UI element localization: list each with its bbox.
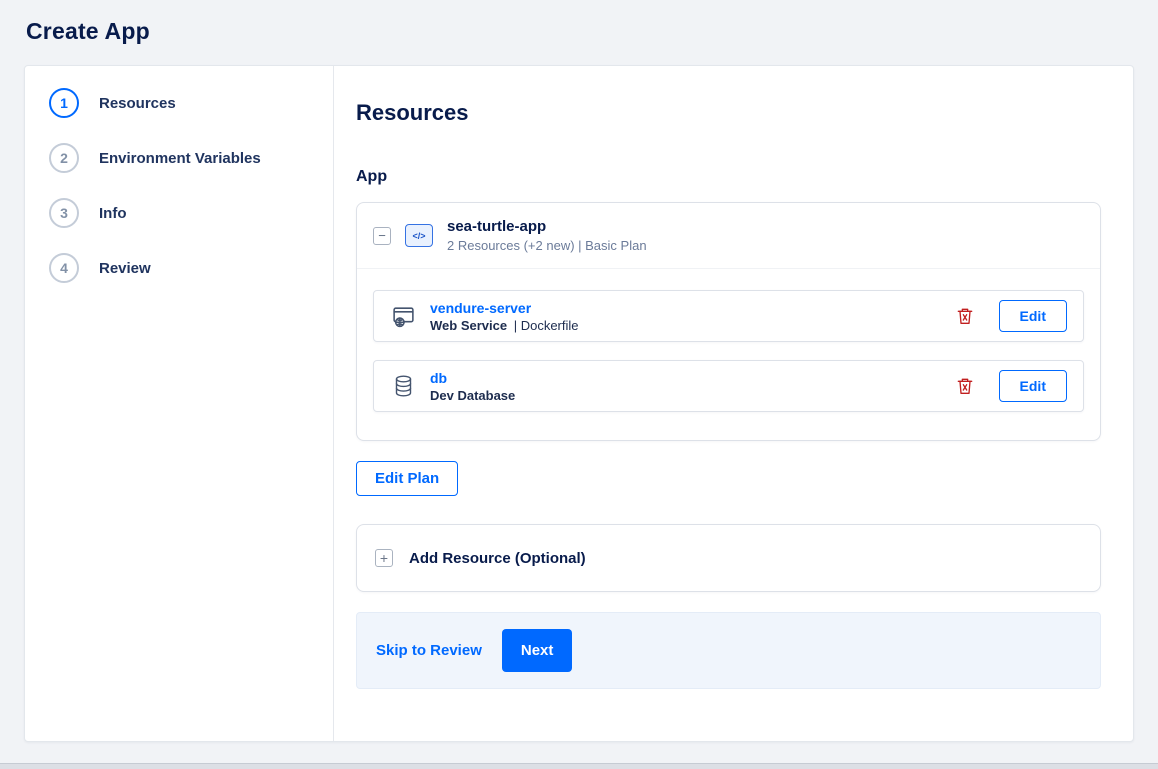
stepper: 1 Resources 2 Environment Variables 3 In… [25,66,334,741]
resource-type: Web Service [430,317,508,333]
step-number-4: 4 [49,253,79,283]
page-title: Create App [26,18,150,44]
step-number-3: 3 [49,198,79,228]
resource-detail: | Dockerfile [513,317,579,333]
step-number-2: 2 [49,143,79,173]
resource-text: vendure-server Web Service | Dockerfile [430,300,579,333]
create-app-page: Create App 1 Resources 2 Environment Var… [0,0,1158,742]
resource-row-db: db Dev Database Edit [373,360,1084,412]
resource-type: Dev Database [430,387,516,403]
plus-icon: + [375,549,393,567]
stepper-step-environment-variables[interactable]: 2 Environment Variables [49,143,333,173]
create-app-card: 1 Resources 2 Environment Variables 3 In… [24,65,1134,742]
resources-panel: Resources App − </> sea-turtle-app 2 Res… [334,66,1133,741]
next-button[interactable]: Next [501,629,573,672]
resource-link-vendure-server[interactable]: vendure-server [430,300,579,316]
skip-to-review-link[interactable]: Skip to Review [376,642,482,659]
add-resource-card[interactable]: + Add Resource (Optional) [356,524,1101,592]
app-card-header: − </> sea-turtle-app 2 Resources (+2 new… [357,203,1100,269]
edit-resource-button[interactable]: Edit [998,300,1067,332]
collapse-icon[interactable]: − [373,226,391,245]
app-name: sea-turtle-app [447,218,547,235]
stepper-step-info[interactable]: 3 Info [49,198,333,228]
resource-subtitle: Dev Database [430,388,518,403]
add-resource-label: Add Resource (Optional) [409,549,586,567]
delete-resource-button[interactable] [957,377,973,395]
resource-text: db Dev Database [430,370,518,403]
web-service-icon [390,304,416,329]
app-section-label: App [356,168,388,185]
delete-resource-button[interactable] [957,307,973,325]
edit-plan-button[interactable]: Edit Plan [356,461,459,496]
resource-actions: Edit [957,300,1067,332]
step-label-review: Review [99,259,151,277]
app-summary: 2 Resources (+2 new) | Basic Plan [447,238,647,253]
resource-actions: Edit [957,370,1067,402]
resource-rows: vendure-server Web Service | Dockerfile [357,269,1100,412]
resource-subtitle: Web Service | Dockerfile [430,318,579,333]
bottom-divider [0,763,1158,769]
step-label-info: Info [99,204,127,222]
footer-bar: Skip to Review Next [356,612,1101,689]
resources-heading: Resources [356,100,469,125]
edit-resource-button[interactable]: Edit [998,370,1067,402]
step-number-1: 1 [49,88,79,118]
app-titles: sea-turtle-app 2 Resources (+2 new) | Ba… [447,218,647,253]
resource-row-vendure-server: vendure-server Web Service | Dockerfile [373,290,1084,342]
step-label-environment-variables: Environment Variables [99,149,261,167]
app-code-icon: </> [405,224,433,247]
stepper-step-resources[interactable]: 1 Resources [49,88,333,118]
stepper-step-review[interactable]: 4 Review [49,253,333,283]
database-icon [390,374,416,398]
resource-link-db[interactable]: db [430,370,518,386]
step-label-resources: Resources [99,94,176,112]
app-card: − </> sea-turtle-app 2 Resources (+2 new… [356,202,1101,441]
